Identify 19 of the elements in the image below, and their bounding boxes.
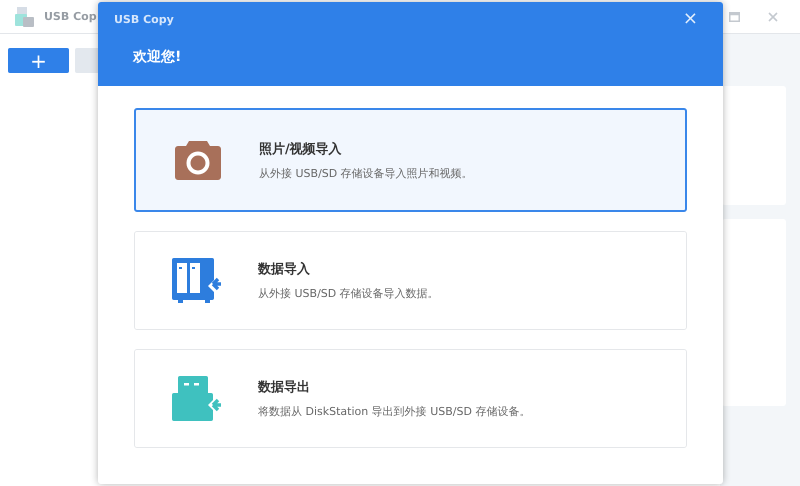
nas-import-icon (170, 256, 222, 304)
option-title: 数据导入 (258, 260, 311, 278)
usb-drive-icon (14, 6, 36, 28)
camera-icon (174, 139, 222, 181)
option-description: 将数据从 DiskStation 导出到外接 USB/SD 存储设备。 (258, 404, 530, 419)
option-card[interactable]: 数据导出 将数据从 DiskStation 导出到外接 USB/SD 存储设备。 (134, 349, 687, 448)
maximize-icon[interactable] (729, 12, 740, 22)
option-description: 从外接 USB/SD 存储设备导入数据。 (258, 286, 439, 301)
close-icon[interactable] (768, 12, 778, 22)
welcome-heading: 欢迎您! (132, 48, 182, 66)
option-title: 照片/视频导入 (259, 140, 343, 158)
option-title: 数据导出 (258, 379, 311, 396)
option-description: 从外接 USB/SD 存储设备导入照片和视频。 (259, 166, 473, 180)
usb-export-icon (170, 374, 222, 422)
dialog-title: USB Copy (114, 12, 174, 26)
option-card[interactable]: 照片/视频导入 从外接 USB/SD 存储设备导入照片和视频。 (134, 108, 687, 212)
option-card[interactable]: 数据导入 从外接 USB/SD 存储设备导入数据。 (134, 231, 687, 330)
add-button[interactable]: + (8, 48, 69, 73)
app-title: USB Cop (44, 10, 97, 23)
